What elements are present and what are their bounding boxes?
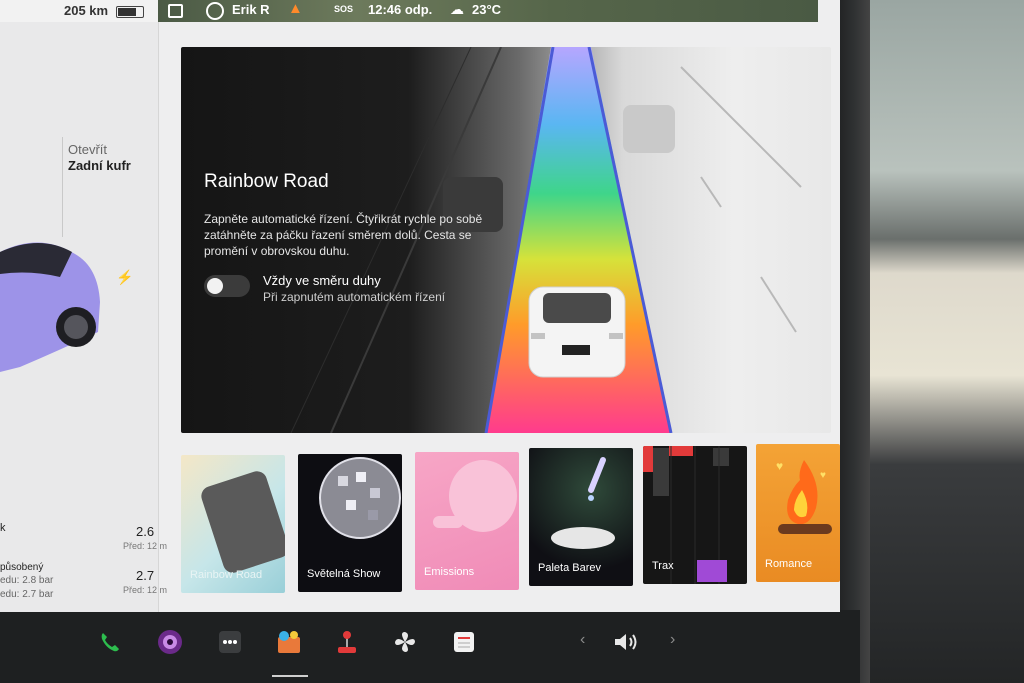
more-icon[interactable] (216, 628, 244, 656)
status-left-area: 205 km (0, 0, 158, 22)
battery-icon (116, 6, 144, 18)
disco-ball-icon (319, 457, 401, 539)
tile-label: Světelná Show (307, 568, 381, 580)
tile-romance[interactable]: ♥ ♥ Romance (756, 444, 840, 582)
fireplace-icon: ♥ ♥ (776, 459, 832, 534)
user-name[interactable]: Erik R (232, 2, 270, 17)
hero-description: Zapněte automatické řízení. Čtyřikrát ry… (204, 212, 483, 258)
tire-sub-2: Před: 12 m (123, 585, 168, 595)
tile-paleta-barev[interactable]: Paleta Barev (529, 448, 633, 586)
trunk-open-action[interactable]: Otevřít (68, 142, 107, 157)
hero-title: Rainbow Road (204, 171, 329, 192)
tire-value-1: 2.6 (136, 524, 155, 539)
temperature: 23°C (472, 2, 502, 17)
tile-svetelna-show[interactable]: Světelná Show (298, 454, 402, 592)
clock: 12:46 odp. (368, 2, 433, 17)
car-status-panel: Otevřít Zadní kufr ⚡ k 2.6 Před: 12 m pů… (0, 22, 167, 612)
volume-down-chevron-icon[interactable]: ‹ (580, 631, 585, 649)
car-model-image[interactable] (0, 222, 130, 372)
notes-icon[interactable] (450, 628, 478, 656)
toggle-knob (207, 278, 223, 294)
tile-label: Trax (652, 560, 674, 572)
volume-icon[interactable] (612, 628, 640, 656)
tire-label-1: k (0, 522, 6, 534)
screen: 205 km Erik R ▲ SOS 12:46 odp. ☁ 23°C Ot… (0, 0, 840, 612)
weather-icon: ☁ (450, 1, 464, 17)
user-icon[interactable] (206, 2, 224, 20)
phone-icon[interactable] (96, 628, 124, 656)
dock-bar (0, 610, 860, 683)
games-icon[interactable]: ▲ (288, 0, 303, 17)
color-dropper-icon (551, 457, 615, 549)
tile-label: Emissions (424, 566, 475, 578)
tile-label: Rainbow Road (190, 569, 263, 581)
camera-icon[interactable] (156, 628, 184, 656)
lock-icon[interactable] (168, 4, 183, 18)
svg-text:♥: ♥ (776, 459, 783, 473)
rainbow-road-hero: Rainbow Road Zapněte automatické řízení.… (181, 47, 831, 433)
fan-icon[interactable] (391, 628, 419, 656)
range-readout: 205 km (64, 3, 109, 18)
tile-label: Romance (765, 558, 813, 570)
tile-emissions[interactable]: Emissions (415, 452, 519, 590)
tire-sub-1: Před: 12 m (123, 541, 168, 551)
svg-text:♥: ♥ (820, 470, 826, 481)
status-map-strip: Erik R ▲ SOS 12:46 odp. ☁ 23°C (158, 0, 818, 22)
phone-tilt-icon (201, 471, 285, 573)
charge-port-icon[interactable]: ⚡ (116, 269, 133, 286)
trunk-label[interactable]: Zadní kufr (68, 158, 131, 173)
toggle-sublabel: Při zapnutém automatickém řízení (263, 290, 446, 304)
tire-detail-1: edu: 2.8 bar (0, 575, 54, 586)
volume-up-chevron-icon[interactable]: › (670, 631, 675, 649)
tile-trax[interactable]: Trax (643, 446, 747, 584)
active-indicator (272, 675, 308, 677)
tile-label: Paleta Barev (538, 562, 601, 574)
tire-label-2: působený (0, 562, 44, 573)
whoopee-cushion-icon (433, 460, 517, 532)
always-rainbow-toggle[interactable] (204, 275, 250, 297)
toggle-label: Vždy ve směru duhy (263, 273, 381, 288)
sos-button[interactable]: SOS (334, 4, 353, 14)
tile-rainbow-road[interactable]: Rainbow Road (181, 455, 285, 593)
toybox-icon[interactable] (275, 628, 303, 656)
tire-detail-2: edu: 2.7 bar (0, 589, 54, 600)
joystick-icon[interactable] (333, 628, 361, 656)
tire-value-2: 2.7 (136, 568, 155, 583)
